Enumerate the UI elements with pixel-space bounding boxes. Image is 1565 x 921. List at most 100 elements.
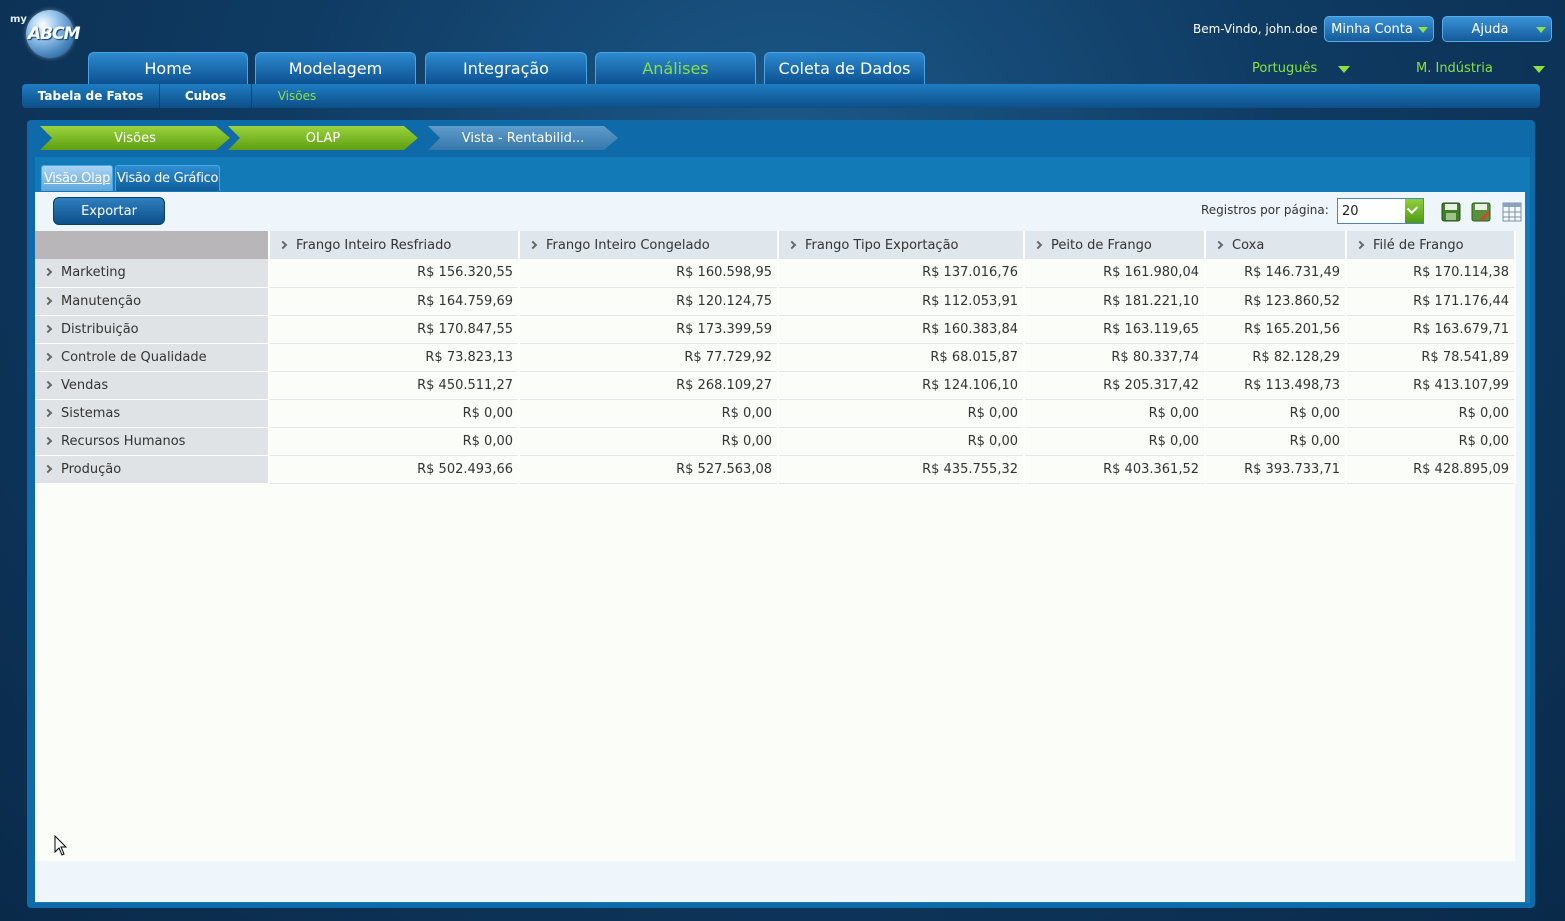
column-header-label: Frango Inteiro Resfriado [296,237,452,253]
help-button-label: Ajuda [1471,21,1509,37]
row-header[interactable]: Produção [35,455,270,484]
welcome-text: Bem-Vindo, john.doe [1193,22,1318,36]
column-header[interactable]: Filé de Frango [1346,231,1516,259]
column-header-label: Frango Tipo Exportação [805,237,959,253]
mouse-cursor-icon [54,835,68,856]
table-cell: R$ 112.053,91 [778,287,1025,316]
app-logo[interactable]: my ABCM [10,8,81,63]
account-button[interactable]: Minha Conta [1324,16,1434,42]
table-row: Manutenção R$ 164.759,69 R$ 120.124,75 R$ 1… [35,287,1516,316]
table-cell: R$ 146.731,49 [1205,259,1347,288]
table-cell: R$ 170.114,38 [1346,259,1516,288]
nav-tab-coleta-de-dados[interactable]: Coleta de Dados [764,52,925,84]
breadcrumb-item-olap[interactable]: OLAP [228,126,418,150]
chevron-right-icon[interactable] [43,380,53,389]
nav-tab-home[interactable]: Home [88,52,248,84]
chevron-right-icon[interactable] [43,296,53,305]
table-cell: R$ 0,00 [1024,427,1206,456]
chevron-down-icon [1418,27,1428,33]
row-header[interactable]: Distribuição [35,315,270,344]
table-row: Recursos Humanos R$ 0,00 R$ 0,00 R$ 0,00 R$ … [35,427,1516,456]
table-cell: R$ 0,00 [1205,399,1347,428]
company-label: M. Indústria [1416,61,1493,76]
table-cell: R$ 527.563,08 [519,455,779,484]
chevron-down-icon [1533,66,1545,73]
chevron-right-icon[interactable] [43,324,53,333]
column-header-label: Frango Inteiro Congelado [546,237,710,253]
table-cell: R$ 268.109,27 [519,371,779,400]
language-label: Português [1252,61,1318,76]
dropdown-arrow-icon[interactable] [1405,199,1423,223]
table-cell: R$ 413.107,99 [1346,371,1516,400]
table-row: Vendas R$ 450.511,27 R$ 268.109,27 R$ 124.1… [35,371,1516,400]
table-cell: R$ 156.320,55 [269,259,520,288]
nav-tab-modelagem[interactable]: Modelagem [255,52,416,84]
records-per-page-select[interactable]: 20 [1337,198,1424,224]
edit-icon[interactable] [1471,202,1491,222]
sub-nav-cubos[interactable]: Cubos [160,84,252,108]
breadcrumb-item-visoes[interactable]: Visões [40,126,230,150]
logo-text: ABCM [28,24,81,44]
chevron-right-icon[interactable] [1033,240,1043,249]
tab-visao-olap[interactable]: Visão Olap [41,165,113,191]
sub-nav-visoes[interactable]: Visões [252,84,342,108]
nav-tab-analises[interactable]: Análises [595,52,756,84]
table-cell: R$ 160.383,84 [778,315,1025,344]
table-cell: R$ 171.176,44 [1346,287,1516,316]
column-header[interactable]: Frango Tipo Exportação [778,231,1025,259]
nav-tab-integracao[interactable]: Integração [425,52,587,84]
olap-table: Frango Inteiro Resfriado Frango Inteiro … [35,231,1516,484]
table-cell: R$ 163.679,71 [1346,315,1516,344]
table-cell: R$ 0,00 [778,427,1025,456]
row-header-label: Manutenção [61,293,142,309]
row-header[interactable]: Manutenção [35,287,270,316]
table-cell: R$ 435.755,32 [778,455,1025,484]
row-header[interactable]: Vendas [35,371,270,400]
chevron-right-icon[interactable] [43,464,53,473]
row-header[interactable]: Marketing [35,259,270,288]
column-header[interactable]: Coxa [1205,231,1347,259]
table-cell: R$ 113.498,73 [1205,371,1347,400]
chevron-down-icon [1338,66,1350,73]
row-header-label: Recursos Humanos [61,433,186,449]
chevron-right-icon[interactable] [278,240,288,249]
chevron-right-icon[interactable] [1355,240,1365,249]
table-cell: R$ 137.016,76 [778,259,1025,288]
chevron-right-icon[interactable] [43,408,53,417]
table-cell: R$ 164.759,69 [269,287,520,316]
help-button[interactable]: Ajuda [1442,16,1552,42]
column-header[interactable]: Frango Inteiro Congelado [519,231,779,259]
table-cell: R$ 0,00 [1205,427,1347,456]
row-header[interactable]: Controle de Qualidade [35,343,270,372]
grid-layout-icon[interactable] [1502,202,1522,222]
export-button[interactable]: Exportar [53,197,165,225]
breadcrumb-item-vista[interactable]: Vista - Rentabilid... [428,126,618,150]
chevron-right-icon[interactable] [43,352,53,361]
chevron-right-icon[interactable] [1214,240,1224,249]
column-header[interactable]: Frango Inteiro Resfriado [269,231,520,259]
table-cell: R$ 78.541,89 [1346,343,1516,372]
account-button-label: Minha Conta [1331,21,1413,37]
sub-nav-tabela-de-fatos[interactable]: Tabela de Fatos [22,84,160,108]
column-header-label: Peito de Frango [1051,237,1152,253]
row-header[interactable]: Sistemas [35,399,270,428]
chevron-down-icon [1536,27,1546,33]
save-icon[interactable] [1441,202,1461,222]
row-header[interactable]: Recursos Humanos [35,427,270,456]
column-header[interactable]: Peito de Frango [1024,231,1206,259]
table-cell: R$ 163.119,65 [1024,315,1206,344]
records-per-page-value: 20 [1342,204,1359,219]
table-cell: R$ 165.201,56 [1205,315,1347,344]
table-cell: R$ 428.895,09 [1346,455,1516,484]
chevron-right-icon[interactable] [787,240,797,249]
row-header-label: Sistemas [61,405,121,421]
table-header-row: Frango Inteiro Resfriado Frango Inteiro … [35,231,1516,259]
chevron-right-icon[interactable] [528,240,538,249]
corner-cell [35,231,270,259]
sub-nav: Tabela de Fatos Cubos Visões [22,84,1540,108]
tab-visao-de-grafico[interactable]: Visão de Gráfico [115,165,220,191]
chevron-right-icon[interactable] [43,436,53,445]
table-cell: R$ 403.361,52 [1024,455,1206,484]
table-cell: R$ 181.221,10 [1024,287,1206,316]
chevron-right-icon[interactable] [43,268,53,277]
